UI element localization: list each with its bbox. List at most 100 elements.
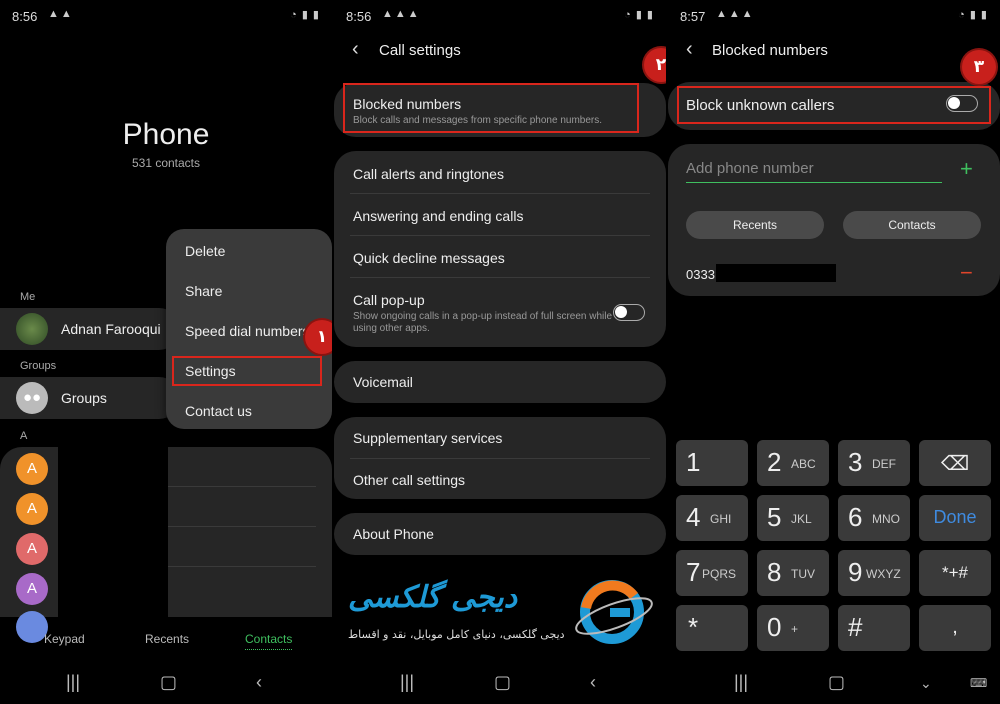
status-bar: 8:57 ▲▲▲ ◔ ▮ ▮ xyxy=(668,8,1000,26)
back-icon[interactable]: ‹ xyxy=(590,672,596,693)
watermark-logo: دیجی گلکسی دیجی گلکسی، دنیای کامل موبایل… xyxy=(346,578,656,648)
menu-item-speed-dial[interactable]: Speed dial numbers xyxy=(185,323,310,339)
add-number-card: Add phone number + Recents Contacts 0333… xyxy=(668,144,1000,296)
voicemail-row[interactable]: Voicemail xyxy=(334,361,666,403)
nav-bar: ||| ▢ ‹ xyxy=(334,666,666,704)
call-popup-toggle[interactable] xyxy=(613,304,645,321)
key-star[interactable]: * xyxy=(676,605,748,651)
groups-section-label: Groups xyxy=(20,360,57,372)
home-icon[interactable]: ▢ xyxy=(828,672,845,693)
nav-bar: ||| ▢ ⌄ ⌨ xyxy=(668,666,1000,704)
home-icon[interactable]: ▢ xyxy=(494,672,511,693)
list-item[interactable]: A xyxy=(16,533,48,565)
me-name: Adnan Farooqui xyxy=(61,321,161,337)
special-chars-key[interactable]: *+# xyxy=(919,550,991,596)
highlight-blocked-numbers xyxy=(343,83,639,133)
contact-list: A A A A xyxy=(0,437,332,643)
done-key[interactable]: Done xyxy=(919,495,991,541)
home-icon[interactable]: ▢ xyxy=(160,672,177,693)
notification-icons: ▲▲▲ xyxy=(382,8,421,20)
section-letter: A xyxy=(20,430,28,442)
recents-button[interactable]: Recents xyxy=(686,211,824,239)
me-row[interactable]: Adnan Farooqui xyxy=(0,308,180,350)
groups-row[interactable]: ●● Groups xyxy=(0,377,180,419)
groups-icon: ●● xyxy=(16,382,48,414)
blocked-number: 0333 xyxy=(686,267,715,282)
key-5[interactable]: 5 JKL xyxy=(757,495,829,541)
notification-icons: ▲▲▲ xyxy=(716,8,755,20)
about-phone-label: About Phone xyxy=(353,526,434,542)
highlight-block-unknown xyxy=(677,86,991,124)
key-8[interactable]: 8 TUV xyxy=(757,550,829,596)
menu-item-delete[interactable]: Delete xyxy=(185,243,225,259)
call-options-group: Call alerts and ringtones Answering and … xyxy=(334,151,666,347)
supplementary-item[interactable]: Supplementary services xyxy=(353,430,502,446)
call-popup-subtitle: Show ongoing calls in a pop-up instead o… xyxy=(353,311,613,334)
highlight-settings xyxy=(172,356,322,386)
keyboard-icon[interactable]: ⌨ xyxy=(970,676,987,690)
logo-text: دیجی گلکسی xyxy=(348,580,518,615)
blocked-numbers-screen: 8:57 ▲▲▲ ◔ ▮ ▮ ‹ Blocked numbers Block u… xyxy=(668,0,1000,704)
other-call-settings-item[interactable]: Other call settings xyxy=(353,472,465,488)
key-2[interactable]: 2 ABC xyxy=(757,440,829,486)
back-icon[interactable]: ‹ xyxy=(256,672,262,693)
tab-keypad[interactable]: Keypad xyxy=(44,632,85,646)
key-4[interactable]: 4 GHI xyxy=(676,495,748,541)
tab-recents[interactable]: Recents xyxy=(145,632,189,646)
redacted-number xyxy=(716,264,836,282)
key-7[interactable]: 7 PQRS xyxy=(676,550,748,596)
page-title: Blocked numbers xyxy=(712,42,828,59)
recent-apps-icon[interactable]: ||| xyxy=(400,672,414,693)
step-marker-1: ۱ xyxy=(305,320,332,354)
avatar xyxy=(16,313,48,345)
quick-decline-item[interactable]: Quick decline messages xyxy=(353,250,505,266)
page-title: Call settings xyxy=(379,42,461,59)
more-options-group: Supplementary services Other call settin… xyxy=(334,417,666,499)
menu-item-contact-us[interactable]: Contact us xyxy=(185,403,252,419)
signal-battery-icon: ◔ ▮ ▮ xyxy=(290,9,320,21)
about-phone-row[interactable]: About Phone xyxy=(334,513,666,555)
list-item[interactable]: A xyxy=(16,573,48,605)
tab-contacts[interactable]: Contacts xyxy=(245,632,293,650)
call-alerts-item[interactable]: Call alerts and ringtones xyxy=(353,166,504,182)
step-marker-2: ۲ xyxy=(644,48,666,82)
status-bar: 8:56 ▲▲▲ ◔ ▮ ▮ xyxy=(334,8,666,26)
backspace-key[interactable]: ⌫ xyxy=(919,440,991,486)
comma-key[interactable]: , xyxy=(919,605,991,651)
key-9[interactable]: 9 WXYZ xyxy=(838,550,910,596)
nav-bar: ||| ▢ ‹ xyxy=(0,666,332,704)
back-arrow-icon[interactable]: ‹ xyxy=(352,38,359,61)
menu-item-share[interactable]: Share xyxy=(185,283,222,299)
add-plus-icon[interactable]: + xyxy=(960,156,973,182)
add-phone-input[interactable]: Add phone number xyxy=(686,160,814,177)
groups-name: Groups xyxy=(61,390,107,406)
list-item[interactable]: A xyxy=(16,493,48,525)
key-6[interactable]: 6 MNO xyxy=(838,495,910,541)
contacts-button[interactable]: Contacts xyxy=(843,211,981,239)
key-3[interactable]: 3 DEF xyxy=(838,440,910,486)
voicemail-label: Voicemail xyxy=(353,374,413,390)
call-settings-screen: 8:56 ▲▲▲ ◔ ▮ ▮ ‹ Call settings Blocked n… xyxy=(334,0,666,704)
redacted-area xyxy=(58,437,168,617)
logo-tagline: دیجی گلکسی، دنیای کامل موبایل، نقد و اقس… xyxy=(348,628,565,641)
status-time: 8:56 xyxy=(346,9,372,24)
signal-battery-icon: ◔ ▮ ▮ xyxy=(958,9,988,21)
recent-apps-icon[interactable]: ||| xyxy=(734,672,748,693)
status-time: 8:57 xyxy=(680,9,706,24)
list-item[interactable]: A xyxy=(16,453,48,485)
answering-ending-item[interactable]: Answering and ending calls xyxy=(353,208,523,224)
hide-keyboard-icon[interactable]: ⌄ xyxy=(920,675,932,692)
key-1[interactable]: 1 xyxy=(676,440,748,486)
backspace-icon: ⌫ xyxy=(940,453,970,475)
signal-battery-icon: ◔ ▮ ▮ xyxy=(624,9,654,21)
remove-minus-icon[interactable]: − xyxy=(960,260,973,286)
contacts-screen: 8:56 ▲▲ ◔ ▮ ▮ Phone 531 contacts Me Adna… xyxy=(0,0,332,704)
call-popup-title[interactable]: Call pop-up xyxy=(353,292,425,308)
logo-g-icon xyxy=(575,580,653,644)
recent-apps-icon[interactable]: ||| xyxy=(66,672,80,693)
key-hash[interactable]: # xyxy=(838,605,910,651)
key-0[interactable]: 0 + xyxy=(757,605,829,651)
step-marker-3: ۳ xyxy=(962,50,996,84)
back-arrow-icon[interactable]: ‹ xyxy=(686,38,693,61)
status-time: 8:56 xyxy=(12,9,38,24)
